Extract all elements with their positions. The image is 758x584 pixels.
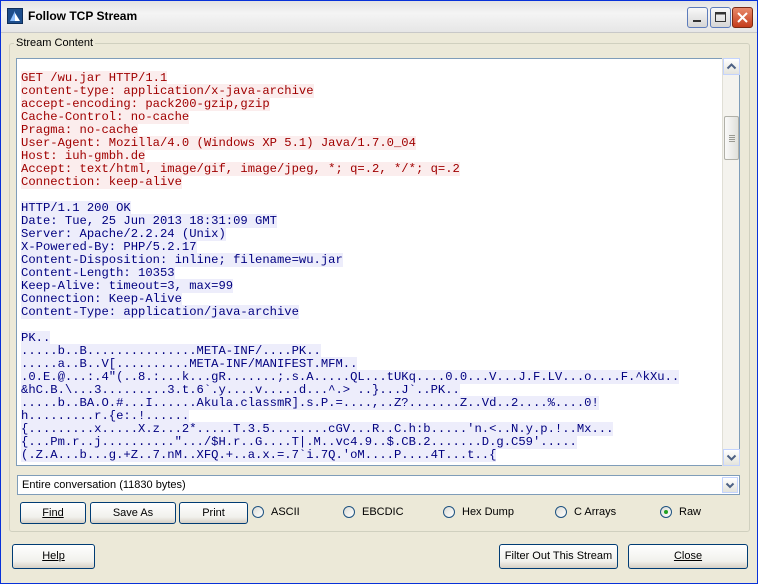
stream-text: GET /wu.jar HTTP/1.1 content-type: applic…	[21, 71, 680, 462]
close-window-button[interactable]	[732, 7, 753, 28]
scroll-thumb[interactable]	[724, 116, 739, 160]
stream-content-text-area[interactable]: GET /wu.jar HTTP/1.1 content-type: applic…	[16, 58, 740, 466]
stream-content-label: Stream Content	[14, 37, 96, 49]
radio-raw-label: Raw	[679, 506, 702, 518]
follow-tcp-stream-window: Follow TCP Stream Stream Content GET /wu…	[0, 0, 758, 584]
radio-circle-selected	[660, 506, 672, 518]
minimize-button[interactable]	[687, 7, 708, 28]
radio-circle	[252, 506, 264, 518]
response-line: HTTP/1.1 200 OK	[21, 201, 131, 215]
response-line: .....b..B...............META-INF/....PK.…	[21, 344, 321, 358]
response-line: .....b..BA.O.#...I......Akula.classmR].s…	[21, 396, 599, 410]
radio-c-arrays-label: C Arrays	[574, 506, 617, 518]
response-line: Keep-Alive: timeout=3, max=99	[21, 279, 234, 293]
save-as-button-label: Save As	[112, 507, 154, 519]
chevron-up-icon	[726, 63, 737, 70]
response-line: {...Pm.r..j..........".../$H.r..G....T|.…	[21, 435, 577, 449]
response-line: Content-Length: 10353	[21, 266, 175, 280]
filter-out-button-label: Filter Out This Stream	[504, 550, 613, 562]
close-button-label: Close	[673, 550, 703, 562]
stream-row: (.Z.A...b...g.+Z..7.nM..XFQ.+..a.x.=.7`i…	[21, 448, 679, 462]
wireshark-fin-icon	[7, 8, 23, 24]
close-icon	[737, 12, 748, 23]
help-button[interactable]: Help	[12, 544, 95, 569]
response-line: Content-Type: application/java-archive	[21, 305, 299, 319]
thumb-grip	[729, 139, 735, 140]
find-button[interactable]: Find	[20, 502, 86, 524]
request-line: Accept: text/html, image/gif, image/jpeg…	[21, 162, 460, 176]
response-line: Date: Tue, 25 Jun 2013 18:31:09 GMT	[21, 214, 277, 228]
response-line: Content-Disposition: inline; filename=wu…	[21, 253, 343, 267]
radio-ascii-label: ASCII	[271, 506, 300, 518]
response-line: h.........r.{e:.!......	[21, 409, 190, 423]
stream-row: Connection: keep-alive	[21, 175, 679, 189]
find-button-label: Find	[42, 507, 64, 519]
print-button-label: Print	[202, 507, 225, 519]
request-line: Cache-Control: no-cache	[21, 110, 190, 124]
radio-circle	[343, 506, 355, 518]
request-line: Connection: keep-alive	[21, 175, 182, 189]
minimize-icon	[693, 20, 701, 22]
radio-selected-dot	[664, 510, 668, 514]
scroll-up-button[interactable]	[723, 58, 740, 75]
response-line: {.........x.....X.z...2*.....T.3.5......…	[21, 422, 614, 436]
stream-vertical-scrollbar[interactable]	[722, 58, 740, 466]
request-line: GET /wu.jar HTTP/1.1	[21, 71, 168, 85]
response-line: &hC.B.\...3.........3.t.6`.y....v.....d.…	[21, 383, 460, 397]
conversation-select-value: Entire conversation (11830 bytes)	[22, 479, 186, 491]
conversation-dropdown-button[interactable]	[722, 477, 738, 493]
request-line: content-type: application/x-java-archive	[21, 84, 314, 98]
maximize-button[interactable]	[710, 7, 731, 28]
thumb-grip	[729, 137, 735, 138]
filter-out-stream-button[interactable]: Filter Out This Stream	[499, 544, 618, 569]
radio-circle	[443, 506, 455, 518]
scroll-down-button[interactable]	[723, 449, 740, 466]
block-gap	[21, 319, 679, 332]
response-line: .....a..B..V[..........META-INF/MANIFEST…	[21, 357, 358, 371]
radio-ebcdic-label: EBCDIC	[362, 506, 404, 518]
response-line: Server: Apache/2.2.24 (Unix)	[21, 227, 226, 241]
request-line: Host: iuh-gmbh.de	[21, 149, 146, 163]
help-button-label: Help	[42, 550, 65, 562]
response-line: (.Z.A...b...g.+Z..7.nM..XFQ.+..a.x.=.7`i…	[21, 448, 497, 462]
maximize-icon	[715, 12, 726, 22]
request-line: Pragma: no-cache	[21, 123, 139, 137]
thumb-grip	[729, 141, 735, 142]
response-line: Connection: Keep-Alive	[21, 292, 182, 306]
conversation-select[interactable]: Entire conversation (11830 bytes)	[17, 475, 740, 495]
request-line: User-Agent: Mozilla/4.0 (Windows XP 5.1)…	[21, 136, 416, 150]
print-button[interactable]: Print	[179, 502, 248, 524]
response-line: X-Powered-By: PHP/5.2.17	[21, 240, 197, 254]
thumb-grip	[729, 135, 735, 136]
chevron-down-icon	[725, 482, 735, 489]
stream-row: Content-Type: application/java-archive	[21, 305, 679, 319]
window-title: Follow TCP Stream	[28, 9, 138, 23]
radio-circle	[555, 506, 567, 518]
response-line: PK..	[21, 331, 51, 345]
save-as-button[interactable]: Save As	[90, 502, 176, 524]
request-line: accept-encoding: pack200-gzip,gzip	[21, 97, 270, 111]
response-line: .0.E.@...:.4"(..8.:...k...gR.......;.s.A…	[21, 370, 680, 384]
title-bar[interactable]: Follow TCP Stream	[1, 1, 757, 33]
radio-hex-dump-label: Hex Dump	[462, 506, 514, 518]
chevron-down-icon	[726, 454, 737, 461]
close-button[interactable]: Close	[628, 544, 748, 569]
